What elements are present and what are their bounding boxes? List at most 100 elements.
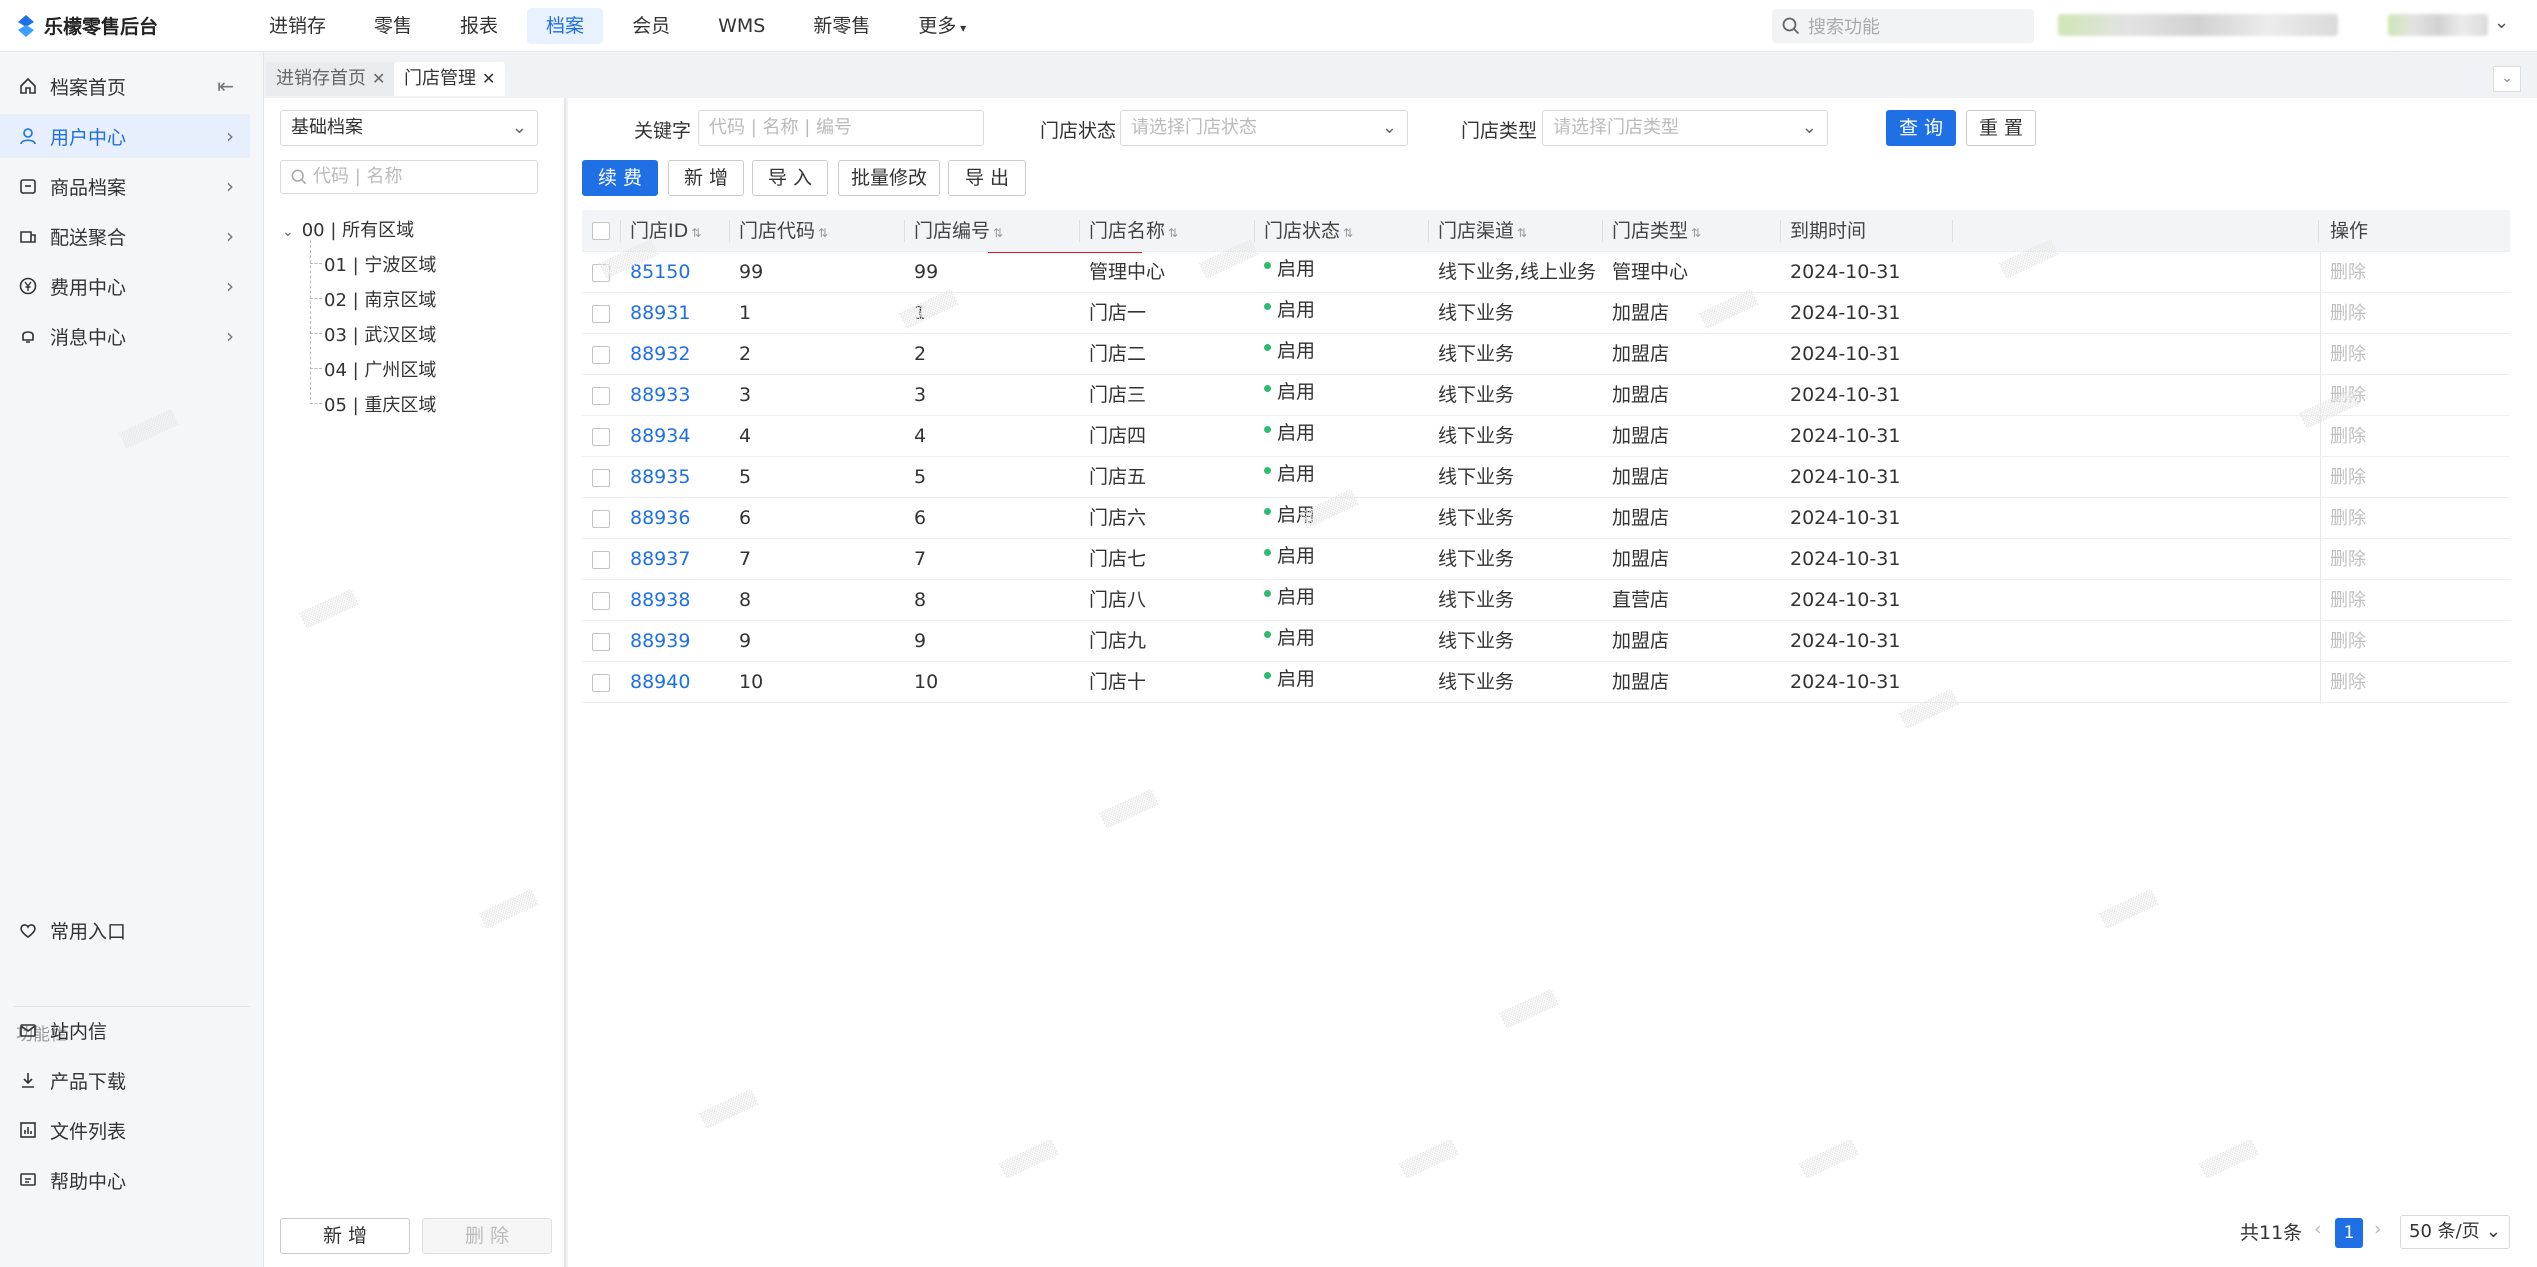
- delete-link[interactable]: 删除: [2330, 375, 2366, 416]
- column-header[interactable]: 门店类型 ⇅: [1612, 210, 1701, 251]
- row-checkbox[interactable]: [592, 428, 610, 446]
- store-id-link[interactable]: 88932: [630, 334, 690, 375]
- topnav-item[interactable]: 报表: [441, 8, 517, 44]
- tree-region-node[interactable]: 02 | 南京区域: [324, 286, 436, 312]
- store-id-link[interactable]: 88938: [630, 580, 690, 621]
- delete-link[interactable]: 删除: [2330, 293, 2366, 334]
- query-button[interactable]: 查 询: [1886, 110, 1956, 146]
- caret-down-icon[interactable]: ⌄: [282, 224, 294, 240]
- table-row[interactable]: 88938 8 8 门店八 启用 线下业务 直营店 2024-10-31 删除: [582, 580, 2510, 621]
- row-checkbox[interactable]: [592, 469, 610, 487]
- delete-link[interactable]: 删除: [2330, 580, 2366, 621]
- next-page-icon[interactable]: ›: [2374, 1218, 2382, 1240]
- delete-link[interactable]: 删除: [2330, 416, 2366, 457]
- sidebar-item[interactable]: 费用中心 ›: [0, 264, 250, 308]
- collapse-sidebar-icon[interactable]: ⇤: [217, 74, 234, 98]
- table-row[interactable]: 88939 9 9 门店九 启用 线下业务 加盟店 2024-10-31 删除: [582, 621, 2510, 662]
- sort-icon[interactable]: ⇅: [1517, 226, 1527, 240]
- column-header[interactable]: 门店代码 ⇅: [739, 210, 828, 251]
- export-button[interactable]: 导 出: [948, 160, 1026, 196]
- table-row[interactable]: 88932 2 2 门店二 启用 线下业务 加盟店 2024-10-31 删除: [582, 334, 2510, 375]
- reset-button[interactable]: 重 置: [1966, 110, 2036, 146]
- row-checkbox[interactable]: [592, 305, 610, 323]
- store-id-link[interactable]: 88940: [630, 662, 690, 703]
- column-divider[interactable]: [1254, 220, 1255, 242]
- row-checkbox[interactable]: [592, 264, 610, 282]
- topnav-item[interactable]: 更多 ▾: [899, 8, 985, 44]
- delete-link[interactable]: 删除: [2330, 621, 2366, 662]
- app-logo[interactable]: 乐檬零售后台: [16, 12, 158, 39]
- column-header[interactable]: 门店编号 ⇅: [914, 210, 1003, 251]
- column-header[interactable]: 门店名称 ⇅: [1089, 210, 1178, 251]
- sidebar-item[interactable]: 常用入口: [0, 908, 250, 952]
- column-divider[interactable]: [1952, 220, 1953, 242]
- table-row[interactable]: 88936 6 6 门店六 启用 线下业务 加盟店 2024-10-31 删除: [582, 498, 2510, 539]
- delete-link[interactable]: 删除: [2330, 539, 2366, 580]
- store-id-link[interactable]: 88936: [630, 498, 690, 539]
- sidebar-item[interactable]: 站内信: [0, 1008, 250, 1052]
- column-divider[interactable]: [729, 220, 730, 242]
- row-checkbox[interactable]: [592, 510, 610, 528]
- tab-store-management[interactable]: 门店管理 ✕: [394, 62, 506, 96]
- store-id-link[interactable]: 88934: [630, 416, 690, 457]
- sidebar-item[interactable]: 配送聚合 ›: [0, 214, 250, 258]
- row-checkbox[interactable]: [592, 387, 610, 405]
- sidebar-item[interactable]: 产品下载: [0, 1058, 250, 1102]
- column-divider[interactable]: [620, 220, 621, 242]
- topnav-item[interactable]: 进销存: [250, 8, 345, 44]
- delete-link[interactable]: 删除: [2330, 334, 2366, 375]
- chevron-down-icon[interactable]: ⌄: [2494, 12, 2509, 33]
- close-icon[interactable]: ✕: [372, 69, 385, 88]
- row-checkbox[interactable]: [592, 551, 610, 569]
- table-row[interactable]: 88935 5 5 门店五 启用 线下业务 加盟店 2024-10-31 删除: [582, 457, 2510, 498]
- table-row[interactable]: 85150 99 99 管理中心 启用 线下业务,线上业务 管理中心 2024-10-31 删除: [582, 252, 2510, 293]
- keyword-input[interactable]: 代码 | 名称 | 编号: [698, 110, 984, 146]
- topnav-item[interactable]: 会员: [613, 8, 689, 44]
- store-id-link[interactable]: 88939: [630, 621, 690, 662]
- tree-root-node[interactable]: ⌄ 00 | 所有区域: [282, 216, 414, 242]
- column-divider[interactable]: [2318, 220, 2319, 242]
- column-header[interactable]: 门店ID ⇅: [630, 210, 701, 251]
- column-divider[interactable]: [904, 220, 905, 242]
- tree-region-node[interactable]: 03 | 武汉区域: [324, 321, 436, 347]
- tab-inventory-home[interactable]: 进销存首页 ✕: [266, 62, 396, 96]
- column-divider[interactable]: [1079, 220, 1080, 242]
- delete-link[interactable]: 删除: [2330, 252, 2366, 293]
- tabs-dropdown-icon[interactable]: ⌄: [2493, 66, 2521, 92]
- sidebar-item[interactable]: 帮助中心: [0, 1158, 250, 1202]
- table-row[interactable]: 88931 1 1 门店一 启用 线下业务 加盟店 2024-10-31 删除: [582, 293, 2510, 334]
- store-id-link[interactable]: 88933: [630, 375, 690, 416]
- topnav-item[interactable]: 新零售: [794, 8, 889, 44]
- prev-page-icon[interactable]: ‹: [2314, 1218, 2322, 1240]
- sidebar-item[interactable]: 消息中心 ›: [0, 314, 250, 358]
- topnav-item[interactable]: 零售: [355, 8, 431, 44]
- sidebar-item[interactable]: 档案首页 ⇤: [0, 64, 250, 108]
- row-checkbox[interactable]: [592, 674, 610, 692]
- column-header[interactable]: 门店渠道 ⇅: [1438, 210, 1527, 251]
- column-header[interactable]: 门店状态 ⇅: [1264, 210, 1353, 251]
- sort-icon[interactable]: ⇅: [818, 226, 828, 240]
- renew-button[interactable]: 续 费: [582, 160, 658, 196]
- column-divider[interactable]: [1602, 220, 1603, 242]
- select-all-checkbox[interactable]: [592, 222, 610, 240]
- delete-link[interactable]: 删除: [2330, 457, 2366, 498]
- add-store-button[interactable]: 新 增: [668, 160, 744, 196]
- tree-region-node[interactable]: 01 | 宁波区域: [324, 251, 436, 277]
- column-divider[interactable]: [1428, 220, 1429, 242]
- sidebar-item[interactable]: 商品档案 ›: [0, 164, 250, 208]
- batch-edit-button[interactable]: 批量修改: [838, 160, 940, 196]
- type-select[interactable]: 请选择门店类型 ⌄: [1542, 110, 1828, 146]
- topnav-item[interactable]: WMS: [699, 8, 784, 44]
- tree-region-node[interactable]: 05 | 重庆区域: [324, 391, 436, 417]
- sort-icon[interactable]: ⇅: [1168, 226, 1178, 240]
- page-size-select[interactable]: 50 条/页 ⌄: [2400, 1215, 2510, 1249]
- function-search[interactable]: 搜索功能: [1772, 9, 2034, 43]
- add-region-button[interactable]: 新 增: [280, 1218, 410, 1254]
- close-icon[interactable]: ✕: [482, 69, 495, 88]
- status-select[interactable]: 请选择门店状态 ⌄: [1120, 110, 1408, 146]
- row-checkbox[interactable]: [592, 346, 610, 364]
- table-row[interactable]: 88940 10 10 门店十 启用 线下业务 加盟店 2024-10-31 删除: [582, 662, 2510, 703]
- table-row[interactable]: 88933 3 3 门店三 启用 线下业务 加盟店 2024-10-31 删除: [582, 375, 2510, 416]
- delete-region-button[interactable]: 删 除: [422, 1218, 552, 1254]
- sort-icon[interactable]: ⇅: [993, 226, 1003, 240]
